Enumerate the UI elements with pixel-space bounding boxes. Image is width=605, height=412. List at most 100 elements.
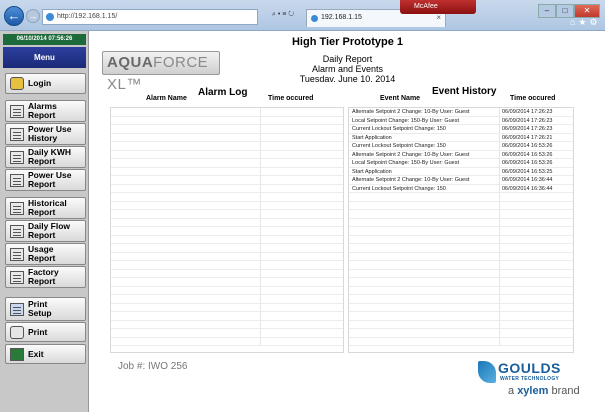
event-name-cell — [349, 303, 500, 311]
alarm-name-cell — [111, 337, 261, 345]
exit-button[interactable]: Exit — [5, 344, 86, 364]
address-bar[interactable]: http://192.168.1.15/ — [42, 9, 258, 25]
event-time-cell: 06/09/2014 16:53:26 — [502, 143, 553, 149]
alarm-time-cell — [261, 321, 343, 329]
event-time-cell: 06/09/2014 17:26:23 — [502, 126, 553, 132]
sidebar: 06/10/2014 07:56:26 Menu Login Alarms Rep… — [0, 31, 89, 412]
alarm-time-cell — [261, 227, 343, 235]
back-button[interactable]: ← — [4, 6, 24, 26]
maximize-button[interactable]: □ — [556, 4, 574, 18]
historical-report-button[interactable]: Historical Report — [5, 197, 86, 219]
power-use-history-label-2: History — [28, 133, 58, 143]
alarm-name-cell — [111, 329, 261, 337]
event-time-cell — [500, 304, 573, 312]
event-row — [349, 244, 573, 253]
power-use-history-button[interactable]: Power Use History — [5, 123, 86, 145]
alarm-row — [111, 116, 343, 125]
event-row: Alternate Setpoint 2 Change: 10-By User:… — [349, 108, 573, 117]
alarm-name-cell — [111, 150, 261, 158]
event-time-cell: 06/09/2014 17:26:23 — [502, 117, 553, 124]
alarms-report-button[interactable]: Alarms Report — [5, 100, 86, 122]
alarm-row — [111, 167, 343, 176]
alarm-name-cell — [111, 142, 261, 150]
event-name-cell — [349, 286, 500, 294]
report-icon — [10, 173, 24, 187]
alarm-name-cell — [111, 218, 261, 226]
forward-button[interactable]: → — [26, 9, 40, 23]
event-time-cell — [500, 312, 573, 320]
alarm-time-cell — [261, 108, 343, 116]
print-setup-label-2: Setup — [28, 308, 52, 318]
event-row: Alternate Setpoint 2 Change: 10-By User:… — [349, 176, 573, 185]
report-icon — [10, 270, 24, 284]
page-title: High Tier Prototype 1 — [291, 36, 404, 48]
alarm-name-cell — [111, 201, 261, 209]
event-name-cell: Alternate Setpoint 2 Change: 10-By User:… — [349, 150, 500, 158]
event-row: Current Lockout Setpoint Change: 150 06/0… — [349, 125, 573, 134]
print-setup-button[interactable]: Print Setup — [5, 297, 86, 321]
power-use-report-button[interactable]: Power Use Report — [5, 169, 86, 191]
event-row: Start Application 06/09/2014 16:53:25 — [349, 167, 573, 176]
event-time-cell: 06/09/2014 17:26:23 — [502, 109, 553, 115]
report-icon — [10, 224, 24, 238]
alarm-name-cell — [111, 269, 261, 277]
event-name-cell — [349, 320, 500, 328]
alarm-row — [111, 269, 343, 278]
event-time-cell — [500, 253, 573, 261]
alarm-time-cell — [261, 125, 343, 133]
alarm-time-cell — [261, 193, 343, 201]
alarm-name-cell — [111, 303, 261, 311]
alarm-row — [111, 150, 343, 159]
event-name-cell — [349, 218, 500, 226]
event-name-cell — [349, 244, 500, 252]
event-name-cell: Start Application — [349, 133, 500, 141]
alarms-label-2: Report — [28, 110, 56, 120]
event-history-title: Event History — [432, 86, 497, 97]
report-subtitle: Alarm and Events — [311, 64, 384, 74]
alarm-name-cell — [111, 235, 261, 243]
event-row — [349, 235, 573, 244]
mcafee-badge[interactable]: McAfee — [400, 0, 476, 14]
alarm-row — [111, 133, 343, 142]
alarm-name-header: Alarm Name — [146, 95, 187, 102]
usage-report-button[interactable]: Usage Report — [5, 243, 86, 265]
datetime-display: 06/10/2014 07:56:26 — [3, 34, 86, 45]
daily-flow-report-button[interactable]: Daily Flow Report — [5, 220, 86, 242]
event-row — [349, 320, 573, 329]
event-name-cell: Start Application — [349, 167, 500, 175]
alarm-time-cell — [261, 236, 343, 244]
event-name-cell: Local Setpoint Change: 150-By User: Gues… — [349, 116, 500, 124]
event-row — [349, 286, 573, 295]
event-row — [349, 337, 573, 346]
event-row — [349, 227, 573, 236]
alarm-row — [111, 312, 343, 321]
event-name-header: Event Name — [380, 95, 421, 102]
close-button[interactable]: ✕ — [574, 4, 600, 18]
alarm-time-cell — [261, 210, 343, 218]
alarm-time-cell — [261, 176, 343, 184]
event-row: Start Application 06/09/2014 17:26:21 — [349, 133, 573, 142]
print-button[interactable]: Print — [5, 322, 86, 342]
alarm-time-cell — [261, 261, 343, 269]
alarm-time-header: Time occured — [268, 95, 314, 102]
event-name-cell — [349, 295, 500, 303]
event-name-cell: Current Lockout Setpoint Change: 150 — [349, 142, 500, 150]
browser-titlebar: ← → http://192.168.1.15/ ⌕ • ≡ ↻ 192.168… — [0, 0, 605, 31]
event-history-table: Alternate Setpoint 2 Change: 10-By User:… — [348, 107, 574, 353]
event-row: Local Setpoint Change: 150-By User: Gues… — [349, 159, 573, 168]
event-name-cell — [349, 269, 500, 277]
factory-report-button[interactable]: Factory Report — [5, 266, 86, 288]
alarm-row — [111, 176, 343, 185]
alarm-name-cell — [111, 159, 261, 167]
toolbar-icons[interactable]: ⌂★⚙ — [570, 17, 601, 28]
daily-kwh-report-button[interactable]: Daily KWH Report — [5, 146, 86, 168]
goulds-mark-icon — [478, 361, 496, 383]
alarm-log-table — [110, 107, 344, 353]
alarm-time-cell — [261, 312, 343, 320]
address-controls[interactable]: ⌕ • ≡ ↻ — [272, 11, 294, 19]
tab-title: 192.168.1.15 — [321, 14, 362, 21]
minimize-button[interactable]: – — [538, 4, 556, 18]
alarm-row — [111, 210, 343, 219]
login-button[interactable]: Login — [5, 73, 86, 94]
event-row — [349, 312, 573, 321]
